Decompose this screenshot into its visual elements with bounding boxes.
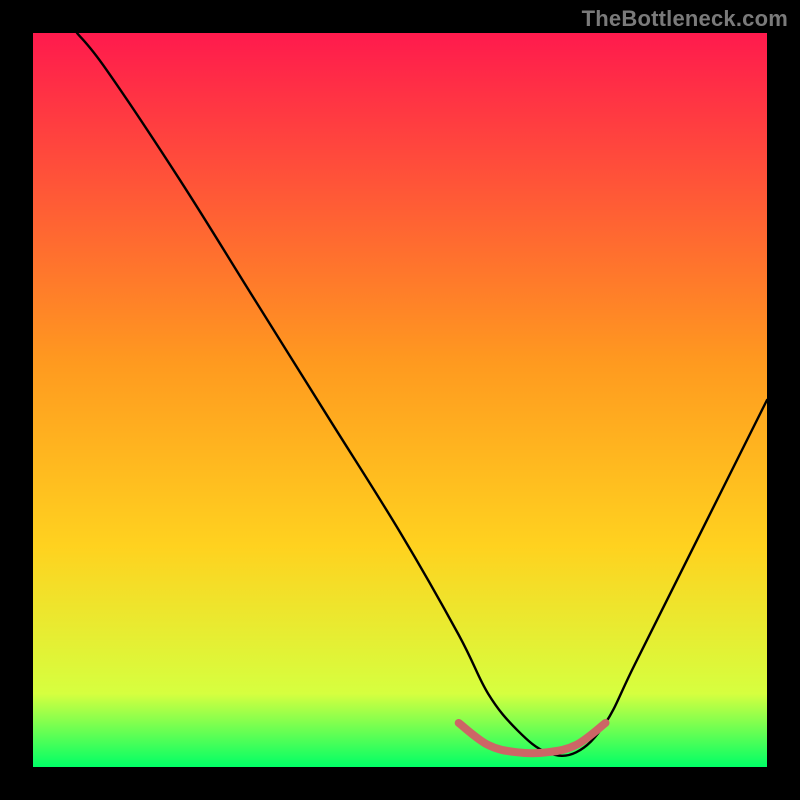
chart-frame: TheBottleneck.com bbox=[0, 0, 800, 800]
plot-background bbox=[33, 33, 767, 767]
watermark-text: TheBottleneck.com bbox=[582, 6, 788, 32]
bottleneck-chart bbox=[0, 0, 800, 800]
